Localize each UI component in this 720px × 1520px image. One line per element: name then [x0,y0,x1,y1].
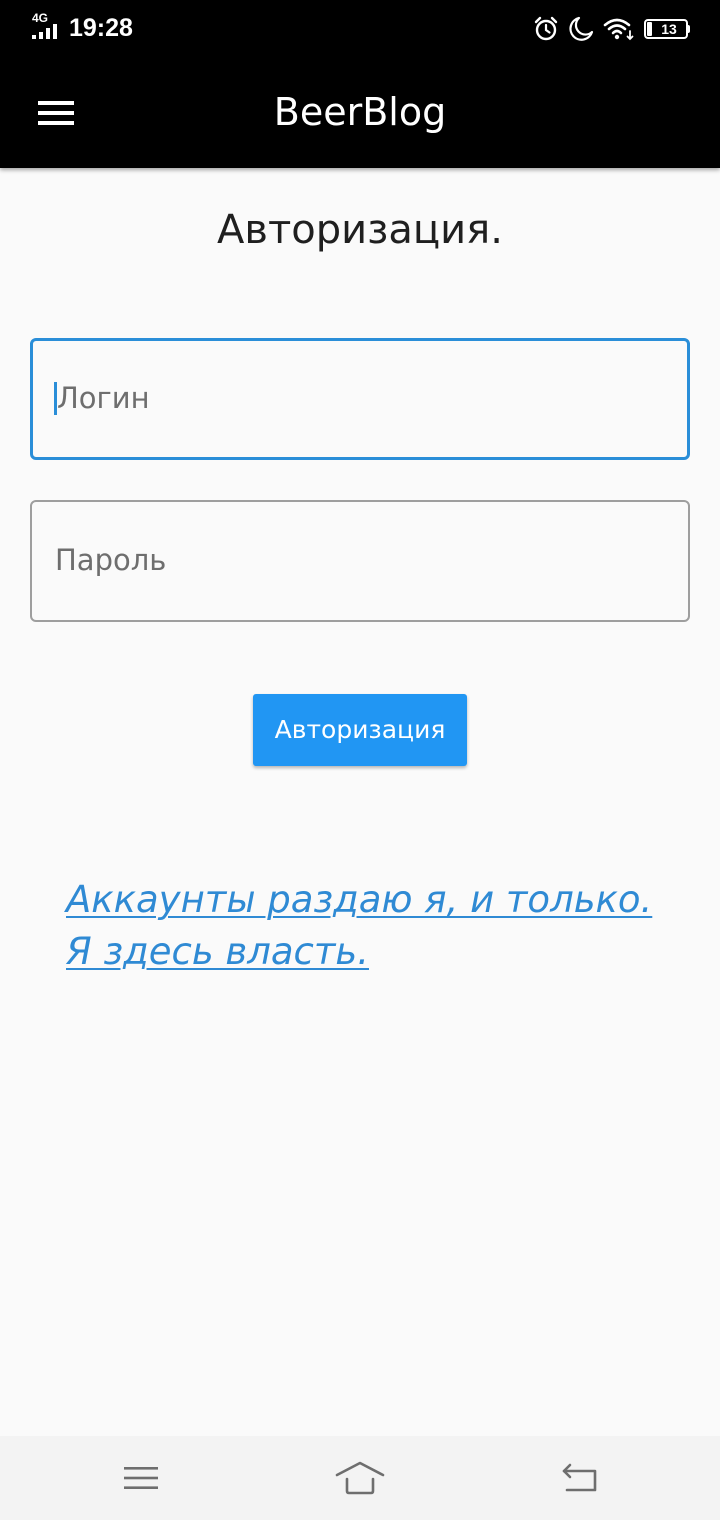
page-title: Авторизация. [217,207,503,253]
password-input[interactable]: Пароль [30,500,690,622]
info-link-line: Я здесь власть. [66,930,369,973]
network-indicator: 4G [31,12,61,40]
signal-icon [32,24,57,39]
alarm-icon [534,16,558,41]
login-placeholder: Логин [57,381,150,415]
info-link-line: Аккаунты раздаю я, и только. [66,878,653,921]
accounts-info-link[interactable]: Аккаунты раздаю я, и только. Я здесь вла… [66,874,686,978]
status-bar: 4G 19:28 13 [0,0,720,58]
home-button[interactable] [325,1450,395,1506]
navigation-bar [0,1436,720,1520]
password-placeholder: Пароль [55,543,167,577]
battery-level: 13 [661,21,677,37]
status-time: 19:28 [69,14,133,42]
network-type-label: 4G [32,11,49,25]
app-title: BeerBlog [273,90,447,134]
recent-apps-icon [124,1467,158,1489]
login-button[interactable]: Авторизация [253,694,467,766]
wifi-icon [603,18,634,41]
battery-icon: 13 [644,19,690,39]
app-bar: BeerBlog [0,58,720,168]
status-icons: 13 [533,14,690,44]
back-button[interactable] [545,1450,615,1506]
home-icon [335,1461,385,1495]
do-not-disturb-icon [569,16,594,41]
login-input[interactable]: Логин [30,338,690,460]
back-icon [562,1463,597,1492]
recent-apps-button[interactable] [106,1450,176,1506]
